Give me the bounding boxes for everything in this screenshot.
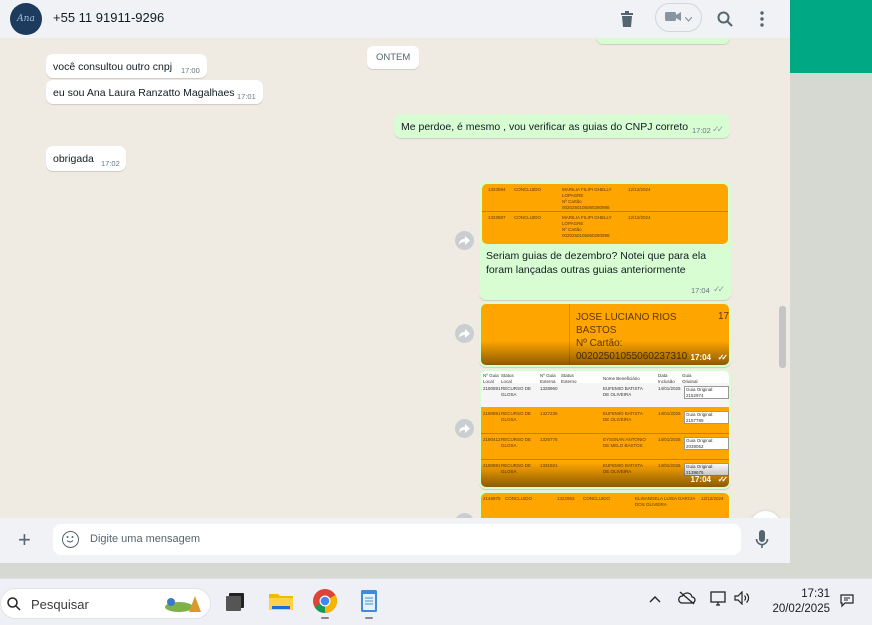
- message-input[interactable]: Digite uma mensagem: [53, 524, 741, 555]
- message-text: Me perdoe, é mesmo , vou verificar as gu…: [401, 121, 689, 133]
- microphone-icon[interactable]: [755, 530, 769, 550]
- image-message-bubble[interactable]: 2148975 CONCLUIDO 1322963 CONCLUIDO ELIS…: [479, 491, 731, 518]
- chrome-icon[interactable]: [312, 588, 338, 619]
- avatar[interactable]: Ana: [10, 3, 42, 35]
- read-ticks-icon: ✓✓: [717, 353, 729, 362]
- tray-chevron-up-icon[interactable]: [649, 592, 661, 606]
- message-bubble[interactable]: obrigada 17:02: [46, 146, 126, 171]
- image-attachment[interactable]: JOSE LUCIANO RIOS BASTOS Nº Cartão: 0020…: [481, 304, 729, 365]
- read-ticks-icon: ✓✓: [712, 124, 724, 134]
- whatsapp-window: Ana +55 11 91911-9296 ONTEM você consult…: [0, 0, 872, 625]
- chat-area[interactable]: ONTEM você consultou outro cnpj 17:00 eu…: [0, 38, 790, 518]
- search-icon[interactable]: [714, 8, 736, 30]
- windows-taskbar: Pesquisar 17:31 20/02/2025: [0, 578, 872, 625]
- message-time: 17:02: [692, 126, 711, 135]
- search-icon: [7, 597, 21, 611]
- forward-icon[interactable]: [455, 324, 474, 343]
- message-placeholder: Digite uma mensagem: [90, 533, 201, 545]
- task-view-icon[interactable]: [223, 588, 249, 614]
- network-icon[interactable]: [710, 590, 728, 609]
- image-message-bubble[interactable]: Nº Guia Local Status Local Nº Guia Exter…: [479, 369, 731, 489]
- message-caption: foram lançadas outras guias anteriorment…: [486, 264, 686, 276]
- notepad-icon[interactable]: [356, 588, 382, 619]
- window-accent-strip: [790, 0, 872, 73]
- message-time: 17:00: [181, 66, 200, 75]
- message-caption: Seriam guias de dezembro? Notei que para…: [486, 250, 707, 262]
- volume-icon[interactable]: [734, 590, 751, 608]
- attach-plus-icon[interactable]: +: [18, 529, 31, 551]
- message-bubble[interactable]: eu sou Ana Laura Ranzatto Magalhaes 17:0…: [46, 80, 263, 104]
- scrollbar-thumb[interactable]: [779, 306, 786, 368]
- video-call-icon: [665, 9, 681, 27]
- message-time: 17:01: [237, 92, 256, 101]
- emoji-icon[interactable]: [62, 531, 79, 548]
- contact-name[interactable]: +55 11 91911-9296: [53, 10, 164, 25]
- clock-date: 20/02/2025: [772, 603, 830, 615]
- chevron-down-icon: [684, 9, 693, 27]
- message-time: 17:02: [101, 159, 120, 168]
- chat-header: Ana +55 11 91911-9296: [0, 0, 790, 38]
- message-bubble[interactable]: Me perdoe, é mesmo , vou verificar as gu…: [394, 114, 730, 138]
- message-time: 17:04: [691, 286, 710, 295]
- window-bottom-strip: [0, 563, 790, 578]
- message-composer: + Digite uma mensagem: [0, 518, 790, 563]
- clock-time: 17:31: [801, 588, 830, 600]
- background-strip: [790, 73, 872, 578]
- image-message-bubble[interactable]: 1323594 CONCLUIDO MARILIA FILIPI GHELLY …: [479, 181, 731, 300]
- forward-icon[interactable]: [455, 231, 474, 250]
- taskbar-clock[interactable]: 17:31 20/02/2025: [766, 587, 830, 617]
- taskbar-search[interactable]: Pesquisar: [0, 588, 211, 619]
- search-placeholder: Pesquisar: [31, 597, 89, 612]
- trash-icon[interactable]: [616, 8, 638, 30]
- more-options-icon[interactable]: [751, 8, 773, 30]
- message-bubble[interactable]: você consultou outro cnpj 17:00: [46, 54, 207, 78]
- date-chip: ONTEM: [367, 46, 420, 69]
- message-time: 17:04: [690, 475, 711, 484]
- file-explorer-icon[interactable]: [268, 588, 294, 614]
- image-attachment[interactable]: 2148975 CONCLUIDO 1322963 CONCLUIDO ELIS…: [481, 493, 729, 518]
- image-attachment[interactable]: Nº Guia Local Status Local Nº Guia Exter…: [481, 371, 729, 487]
- notifications-icon[interactable]: [839, 592, 855, 611]
- image-attachment[interactable]: 1323594 CONCLUIDO MARILIA FILIPI GHELLY …: [482, 184, 728, 244]
- read-ticks-icon: ✓✓: [713, 284, 725, 294]
- video-call-button[interactable]: [655, 3, 702, 32]
- cloud-offline-icon[interactable]: [678, 591, 696, 608]
- image-message-bubble[interactable]: JOSE LUCIANO RIOS BASTOS Nº Cartão: 0020…: [479, 302, 731, 367]
- read-ticks-icon: ✓✓: [717, 475, 729, 484]
- forward-icon[interactable]: [455, 419, 474, 438]
- search-highlight-icon: [161, 592, 207, 616]
- previous-message-bubble: [596, 38, 730, 44]
- message-text: obrigada: [53, 153, 94, 165]
- message-text: você consultou outro cnpj: [53, 61, 173, 73]
- scroll-to-bottom-button[interactable]: [750, 511, 781, 518]
- message-text: eu sou Ana Laura Ranzatto Magalhaes: [53, 87, 235, 99]
- message-time: 17:04: [690, 353, 711, 362]
